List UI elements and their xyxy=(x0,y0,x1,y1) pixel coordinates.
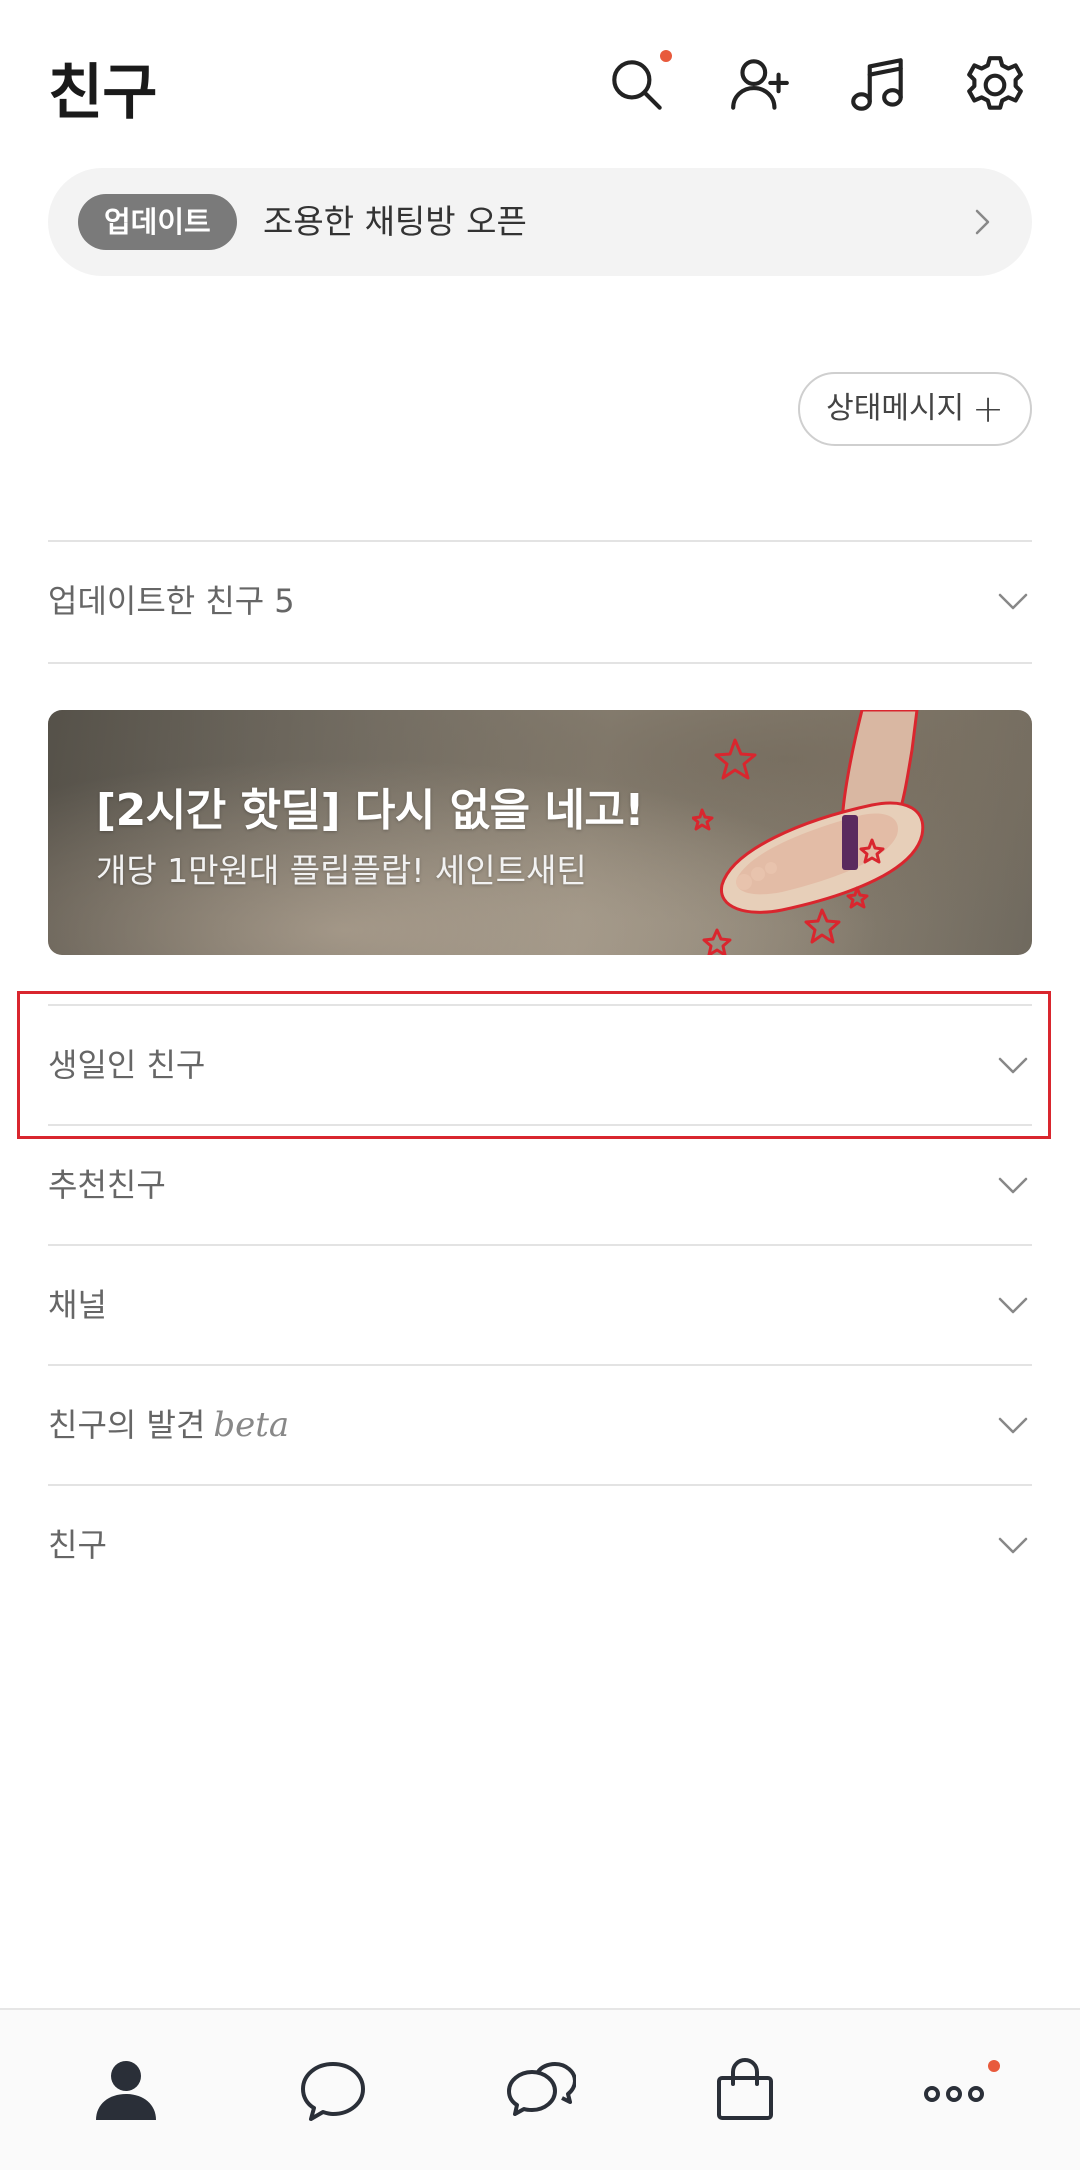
chevron-down-icon xyxy=(998,1297,1028,1314)
search-notification-dot xyxy=(660,50,672,62)
update-text: 조용한 채팅방 오픈 xyxy=(263,202,527,241)
section-friends[interactable]: 친구 xyxy=(48,1484,1032,1606)
status-message-button[interactable]: 상태메시지 + xyxy=(798,372,1032,446)
nav-open-chat[interactable] xyxy=(432,2010,648,2170)
music-icon xyxy=(851,58,903,111)
shopping-icon xyxy=(717,2058,773,2120)
open-chat-icon xyxy=(507,2062,576,2116)
section-label: 업데이트한 친구 5 xyxy=(48,542,295,660)
nav-more[interactable] xyxy=(846,2010,1062,2170)
section-label-text: 업데이트한 친구 xyxy=(48,582,265,620)
add-friend-button[interactable] xyxy=(723,48,797,122)
section-channels[interactable]: 채널 xyxy=(48,1244,1032,1366)
chevron-down-icon xyxy=(998,1177,1028,1194)
chevron-down-icon xyxy=(998,1417,1028,1434)
nav-shopping[interactable] xyxy=(637,2010,853,2170)
section-label: 채널 xyxy=(48,1286,107,1324)
section-updated-friends[interactable]: 업데이트한 친구 5 xyxy=(48,540,1032,664)
section-label: 친구의 발견 beta xyxy=(48,1366,289,1484)
ad-subtitle: 개당 1만원대 플립플랍! 세인트새틴 xyxy=(96,851,587,890)
beta-label: beta xyxy=(213,1405,290,1445)
ad-banner[interactable]: [2시간 핫딜] 다시 없을 네고! 개당 1만원대 플립플랍! 세인트새틴 xyxy=(48,710,1032,955)
music-button[interactable] xyxy=(841,48,915,122)
search-button[interactable] xyxy=(600,48,674,122)
section-label: 생일인 친구 xyxy=(48,1046,206,1084)
friends-icon xyxy=(96,2061,156,2120)
section-friend-discovery[interactable]: 친구의 발견 beta xyxy=(48,1364,1032,1486)
flip-flop-image xyxy=(692,710,925,955)
update-banner[interactable]: 업데이트 조용한 채팅방 오픈 xyxy=(48,168,1032,276)
section-label: 친구 xyxy=(48,1526,107,1564)
status-message-label: 상태메시지 xyxy=(826,391,965,426)
settings-icon xyxy=(967,56,1023,110)
nav-friends[interactable] xyxy=(18,2010,234,2170)
bottom-nav xyxy=(0,2008,1080,2170)
nav-chats[interactable] xyxy=(225,2010,441,2170)
section-label: 추천친구 xyxy=(48,1166,166,1204)
chevron-down-icon xyxy=(998,1537,1028,1554)
section-birthday-friends[interactable]: 생일인 친구 xyxy=(48,1004,1032,1126)
more-icon xyxy=(924,2086,984,2102)
chat-icon xyxy=(301,2062,365,2121)
update-badge: 업데이트 xyxy=(78,194,237,250)
more-notification-dot xyxy=(988,2060,1000,2072)
chevron-right-icon xyxy=(975,209,990,235)
add-friend-icon xyxy=(731,59,789,110)
chevron-down-icon xyxy=(998,1057,1028,1074)
settings-button[interactable] xyxy=(958,48,1032,122)
chevron-down-icon xyxy=(998,593,1028,610)
section-recommended-friends[interactable]: 추천친구 xyxy=(48,1124,1032,1246)
header: 친구 xyxy=(0,0,1080,165)
section-label-text: 친구의 발견 xyxy=(48,1406,206,1444)
plus-icon: + xyxy=(972,387,1004,431)
search-icon xyxy=(612,60,662,110)
page-title: 친구 xyxy=(48,58,157,128)
section-count: 5 xyxy=(274,582,295,620)
ad-title: [2시간 핫딜] 다시 없을 네고! xyxy=(96,785,644,836)
